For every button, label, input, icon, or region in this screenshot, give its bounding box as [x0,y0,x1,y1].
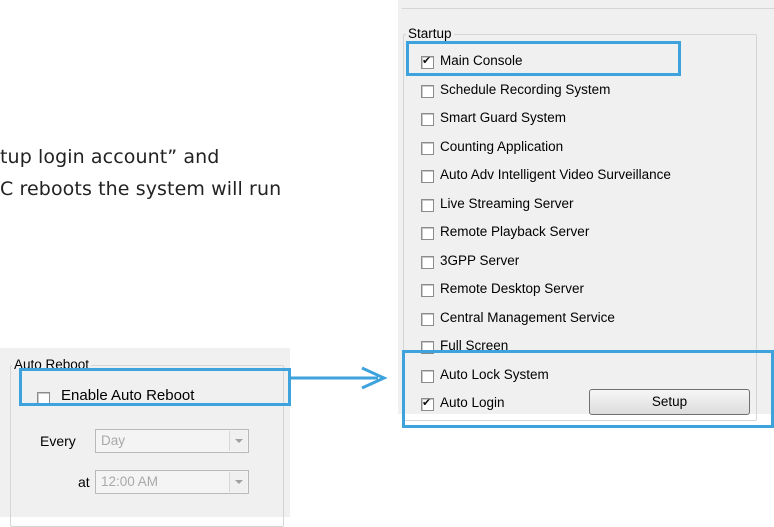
every-select[interactable]: Day [95,429,249,453]
startup-checkbox[interactable] [421,85,434,98]
at-label: at [78,474,90,490]
at-select[interactable]: 12:00 AM [95,470,249,494]
startup-item-label: Auto Adv Intelligent Video Surveillance [440,167,671,182]
highlight-auto-lock-login [402,350,774,428]
startup-item-label: Live Streaming Server [440,196,574,211]
chevron-down-icon[interactable] [229,472,247,492]
doc-text-line-1: tup login account” and [0,146,220,168]
tab-strip-remnant [402,0,774,9]
every-select-value: Day [101,433,126,448]
highlight-main-console [406,41,681,76]
highlight-enable-auto-reboot [19,368,291,406]
startup-group-title: Startup [406,26,454,41]
startup-item-label: Remote Desktop Server [440,281,585,296]
startup-item-label: Counting Application [440,139,564,154]
startup-checkbox[interactable] [421,256,434,269]
startup-item-label: Central Management Service [440,310,615,325]
startup-checkbox[interactable] [421,199,434,212]
startup-checkbox[interactable] [421,113,434,126]
startup-checkbox[interactable] [421,142,434,155]
startup-item-label: Smart Guard System [440,110,567,125]
startup-item-label: Remote Playback Server [440,224,590,239]
chevron-down-icon[interactable] [229,431,247,451]
at-select-value: 12:00 AM [101,474,159,489]
startup-checkbox[interactable] [421,284,434,297]
doc-text-line-2: C reboots the system will run [0,178,282,200]
startup-item-label: Schedule Recording System [440,82,611,97]
startup-checkbox[interactable] [421,313,434,326]
startup-checkbox[interactable] [421,170,434,183]
arrow-connector-icon [290,366,388,390]
every-label: Every [40,433,76,449]
startup-checkbox[interactable] [421,227,434,240]
startup-item-label: 3GPP Server [440,253,520,268]
